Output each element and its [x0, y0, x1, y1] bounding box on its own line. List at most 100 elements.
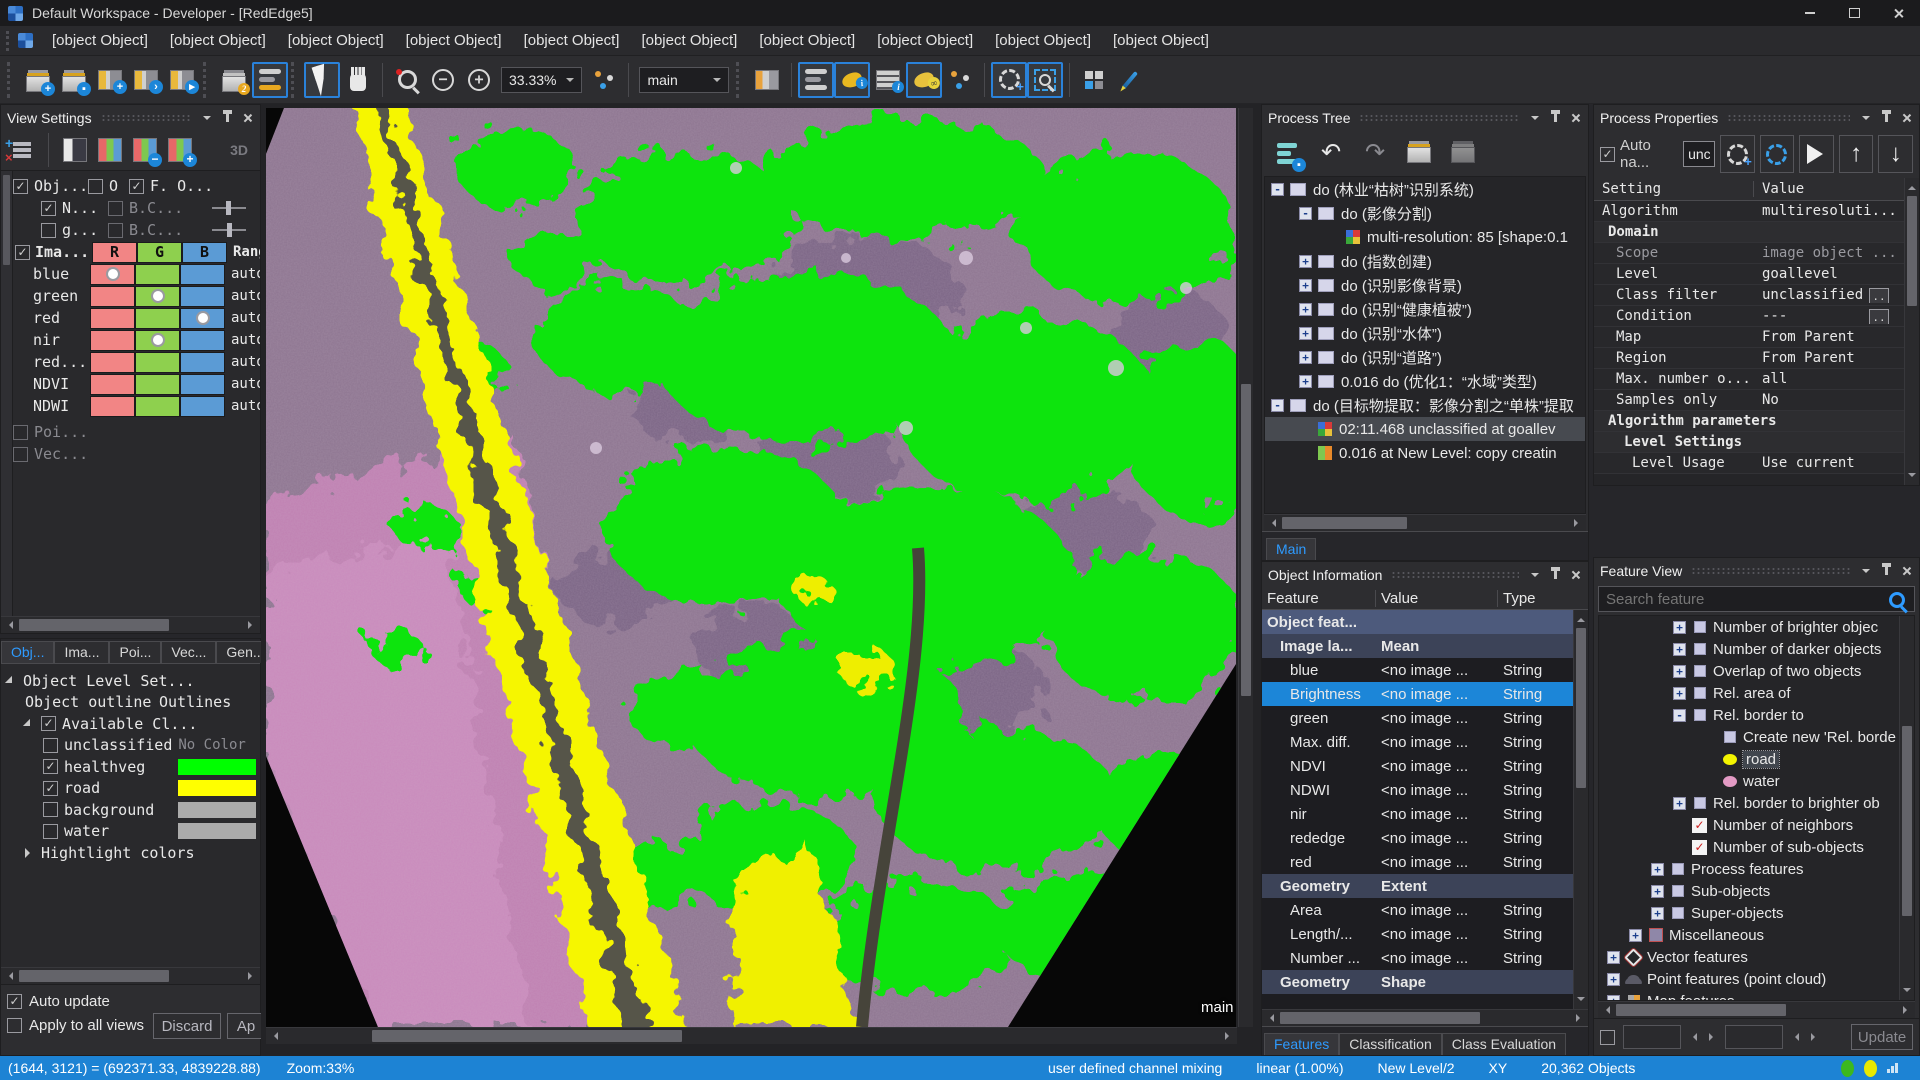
menu-item[interactable]: [object Object] [748, 28, 866, 53]
apply-all-views-checkbox[interactable] [7, 1018, 22, 1033]
save-process-tree-button[interactable]: ▪ [1272, 138, 1302, 168]
search-icon[interactable] [1889, 592, 1905, 608]
property-row[interactable]: Samples only No.. [1594, 390, 1905, 411]
feature-table-row[interactable]: green <no image ... String [1262, 706, 1574, 730]
pin-icon[interactable] [1548, 568, 1562, 582]
property-row[interactable]: Domain .. [1594, 222, 1905, 243]
red-channel-cell[interactable] [90, 330, 135, 351]
process-node[interactable]: + do (指数创建) [1265, 249, 1585, 273]
property-row[interactable]: Condition ---.. [1594, 306, 1905, 327]
open-project-button[interactable]: ▸ [164, 62, 200, 98]
range-mode[interactable]: auto [225, 310, 260, 326]
feature-table-row[interactable]: nir <no image ... String [1262, 802, 1574, 826]
range-mode[interactable]: auto [225, 288, 260, 304]
blue-channel-cell[interactable] [180, 264, 225, 285]
image-layer-row[interactable]: green auto [13, 285, 260, 307]
expand-toggle[interactable]: + [1651, 885, 1664, 898]
legend-tab[interactable]: Vec... [161, 641, 216, 663]
manage-arch-button[interactable] [1076, 62, 1112, 98]
bc-checkbox[interactable] [108, 201, 123, 216]
menu-item[interactable]: [object Object] [159, 28, 277, 53]
menu-item[interactable]: [object Object] [513, 28, 631, 53]
expand-toggle[interactable]: + [1299, 375, 1312, 388]
feature-table-row[interactable]: Geometry Extent [1262, 874, 1574, 898]
vertical-scrollbar[interactable] [1904, 178, 1919, 485]
previous-mix-button[interactable]: − [130, 135, 160, 165]
process-node[interactable]: + 0.016 do (优化1：“水域”类型) [1265, 369, 1585, 393]
class-row[interactable]: unclassified No Color [43, 735, 260, 757]
vertical-scrollbar[interactable] [1899, 616, 1914, 1000]
chevron-down-icon[interactable] [1528, 568, 1542, 582]
range-mode[interactable]: auto [225, 354, 260, 370]
normal-cursor-button[interactable] [304, 62, 340, 98]
feature-table-row[interactable]: NDWI <no image ... String [1262, 778, 1574, 802]
view-transparency-button[interactable]: ∞ [906, 62, 942, 98]
menu-item[interactable]: [object Object] [630, 28, 748, 53]
image-data-checkbox[interactable]: ✓ [15, 245, 30, 260]
ellipsis-button[interactable]: .. [1869, 288, 1889, 303]
class-visibility-checkbox[interactable]: ✓ [43, 781, 58, 796]
legend-tab[interactable]: Ima... [54, 641, 109, 663]
image-layer-row[interactable]: NDVI auto [13, 373, 260, 395]
expand-toggle[interactable]: + [1299, 327, 1312, 340]
point-cloud-checkbox[interactable] [13, 425, 28, 440]
image-layer-row[interactable]: NDWI auto [13, 395, 260, 417]
close-icon[interactable] [1568, 111, 1582, 125]
red-channel-cell[interactable] [90, 264, 135, 285]
red-channel-cell[interactable] [90, 286, 135, 307]
next-process-button[interactable]: ↓ [1878, 135, 1913, 173]
expand-toggle[interactable]: + [1651, 907, 1664, 920]
process-node[interactable]: + do (识别“水体”) [1265, 321, 1585, 345]
feature-tree-item[interactable]: + Vector features [1599, 946, 1900, 968]
outline-checkbox[interactable] [88, 179, 103, 194]
increment-icon[interactable] [1709, 1033, 1717, 1041]
process-node[interactable]: - do (林业“枯树”识别系统) [1265, 177, 1585, 201]
object-outline-row[interactable]: Object outline Outlines [25, 692, 260, 714]
close-button[interactable] [1876, 0, 1920, 26]
feature-tree-item[interactable]: Number of neighbors [1599, 814, 1900, 836]
g-checkbox[interactable] [41, 223, 56, 238]
zoom-out-button[interactable]: − [425, 62, 461, 98]
horizontal-scrollbar[interactable] [1262, 1009, 1588, 1026]
property-row[interactable]: Map From Parent.. [1594, 327, 1905, 348]
property-row[interactable]: Algorithm multiresoluti..... [1594, 201, 1905, 222]
minimize-button[interactable] [1788, 0, 1832, 26]
property-row[interactable]: Level Usage Use current.. [1594, 453, 1905, 474]
pin-icon[interactable] [1879, 564, 1893, 578]
process-node[interactable]: - do (目标物提取：影像分割之“单株”提取 [1265, 393, 1585, 417]
import-scene-button[interactable]: › [128, 62, 164, 98]
find-objects-button[interactable] [1027, 62, 1063, 98]
transparency-slider[interactable] [212, 207, 246, 209]
expand-icon[interactable] [25, 848, 35, 858]
view-samples-button[interactable]: i [870, 62, 906, 98]
edit-layer-mixing-button[interactable]: +× [7, 135, 37, 165]
navigate-button[interactable] [586, 62, 622, 98]
objects-checkbox[interactable]: ✓ [13, 179, 28, 194]
algorithm-settings-button[interactable]: + [1720, 135, 1755, 173]
highlight-colors-row[interactable]: Hightlight colors [25, 842, 260, 864]
feature-table-row[interactable]: blue <no image ... String [1262, 658, 1574, 682]
expand-toggle[interactable]: - [1673, 709, 1686, 722]
blue-channel-cell[interactable] [180, 330, 225, 351]
menu-item[interactable]: [object Object] [395, 28, 513, 53]
feature-tree-item[interactable]: + Point features (point cloud) [1599, 968, 1900, 990]
process-node[interactable]: + do (识别“健康植被”) [1265, 297, 1585, 321]
property-row[interactable]: Level Settings .. [1594, 432, 1905, 453]
green-channel-cell[interactable] [135, 330, 180, 351]
feature-tree-item[interactable]: Create new 'Rel. borde [1599, 726, 1900, 748]
split-view-button[interactable] [749, 62, 785, 98]
image-layers-button[interactable]: 2 [216, 62, 252, 98]
menu-item[interactable]: [object Object] [41, 28, 159, 53]
blue-channel-cell[interactable] [180, 374, 225, 395]
delete-processes-button[interactable] [1448, 138, 1478, 168]
image-layer-row[interactable]: nir auto [13, 329, 260, 351]
process-node[interactable]: + do (识别“道路”) [1265, 345, 1585, 369]
class-row[interactable]: ✓ healthveg [43, 756, 260, 778]
feature-tree-item[interactable]: + Overlap of two objects [1599, 660, 1900, 682]
feature-table-row[interactable]: Length/... <no image ... String [1262, 922, 1574, 946]
feature-tree-item[interactable]: Number of sub-objects [1599, 836, 1900, 858]
collapse-icon[interactable] [23, 719, 37, 733]
expand-toggle[interactable]: + [1299, 279, 1312, 292]
blue-channel-cell[interactable] [180, 352, 225, 373]
feature-tree-item[interactable]: + Rel. border to brighter ob [1599, 792, 1900, 814]
